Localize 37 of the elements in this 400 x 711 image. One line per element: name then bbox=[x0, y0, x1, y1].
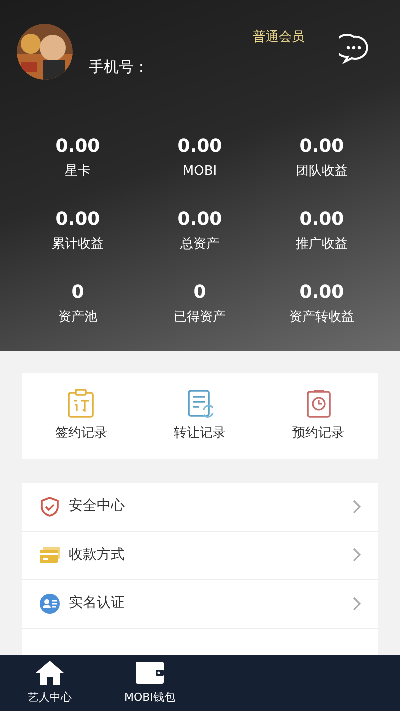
stat-label: 资产池 bbox=[58, 310, 98, 326]
stat-value: 0.00 bbox=[176, 136, 224, 158]
stat-label: 星卡 bbox=[64, 164, 92, 180]
stat-label: 资产转收益 bbox=[288, 310, 356, 326]
stat-label: 总资产 bbox=[180, 237, 220, 253]
stat-label: MOBI bbox=[182, 164, 218, 180]
id-icon bbox=[39, 592, 61, 615]
menu-item[interactable]: 实名认证 bbox=[22, 580, 378, 628]
record-button[interactable]: 转让记录 bbox=[140, 388, 260, 444]
stat-value: 0.00 bbox=[54, 136, 102, 158]
stat-value: 0 bbox=[70, 282, 86, 304]
stat-label: 已得资产 bbox=[173, 310, 227, 326]
menu-item[interactable]: 收款方式 bbox=[22, 532, 378, 580]
phone-label: 手机号： bbox=[89, 56, 150, 78]
chat-icon bbox=[339, 34, 369, 64]
stat-value: 0.00 bbox=[298, 136, 346, 158]
shield-icon bbox=[39, 496, 61, 518]
chevron-right-icon bbox=[353, 596, 361, 611]
stat-label: 累计收益 bbox=[51, 237, 105, 253]
stat-value: 0.00 bbox=[176, 209, 224, 231]
stat-label: 团队收益 bbox=[295, 164, 349, 180]
stat-value: 0.00 bbox=[298, 282, 346, 304]
nav-tab[interactable]: MOBI钱包 bbox=[100, 655, 200, 711]
stat-value: 0 bbox=[192, 282, 208, 304]
menu-item[interactable]: 安全中心 bbox=[22, 483, 378, 532]
stat-value: 0.00 bbox=[54, 209, 102, 231]
chevron-right-icon bbox=[353, 548, 361, 562]
chevron-right-icon bbox=[353, 500, 361, 514]
record-button[interactable]: 预约记录 bbox=[259, 388, 378, 444]
record-button[interactable]: 签约记录 bbox=[22, 388, 141, 444]
document-icon bbox=[185, 388, 215, 418]
nav-tab[interactable]: 艺人中心 bbox=[0, 655, 100, 711]
stat-value: 0.00 bbox=[298, 209, 346, 231]
clipboard-icon bbox=[66, 388, 96, 418]
stat-label: 推广收益 bbox=[295, 237, 349, 253]
member-level-label: 普通会员 bbox=[253, 28, 305, 47]
home-icon bbox=[35, 659, 65, 688]
